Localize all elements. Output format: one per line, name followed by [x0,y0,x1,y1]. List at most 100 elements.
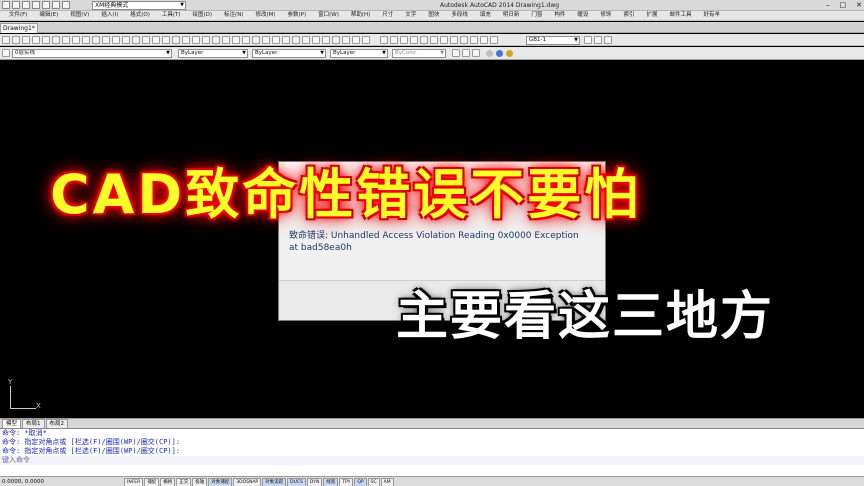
menu-item[interactable]: 窗口(W) [313,11,344,20]
color-select[interactable]: ByLayer ▼ [178,49,248,58]
calculator-icon[interactable] [222,36,230,44]
revcloud-icon[interactable] [490,36,498,44]
point-icon[interactable] [440,36,448,44]
tab-drawing1[interactable]: Drawing1* [0,23,38,33]
pan-icon[interactable] [132,36,140,44]
print-icon[interactable] [42,1,50,9]
menu-item[interactable]: 门窗 [526,11,547,20]
undo-icon[interactable] [52,1,60,9]
menu-item[interactable]: 尺寸 [377,11,398,20]
menu-item[interactable]: 邮件工具 [664,11,696,20]
tab-layout1[interactable]: 布局1 [22,418,45,429]
menu-item[interactable]: 暖设 [572,11,593,20]
zoom-window-icon[interactable] [152,36,160,44]
markup-icon[interactable] [212,36,220,44]
cut-icon[interactable] [62,36,70,44]
menu-item[interactable]: 文件(F) [4,11,32,20]
save-icon[interactable] [22,1,30,9]
named-views-icon[interactable] [452,49,460,57]
menu-item[interactable]: 多段线 [446,11,473,20]
table-icon[interactable] [400,36,408,44]
toggle-3dosnap[interactable]: 3DOSNAP [233,478,262,486]
menu-item[interactable]: 标注(N) [219,11,248,20]
boundary-icon[interactable] [470,36,478,44]
camera-icon[interactable] [462,49,470,57]
menu-item[interactable]: 绘图(D) [188,11,218,20]
insert-block-icon[interactable] [420,36,428,44]
toggle-osnap[interactable]: 对象捕捉 [208,478,233,486]
diameter-dim-icon[interactable] [282,36,290,44]
menu-item[interactable]: 视图(V) [65,11,94,20]
menu-item[interactable]: 修改(M) [250,11,280,20]
radius-dim-icon[interactable] [272,36,280,44]
maximize-icon[interactable]: □ [840,0,847,10]
materials-icon[interactable] [506,50,513,57]
toggle-polar[interactable]: 极轴 [192,478,208,486]
match-properties-icon[interactable] [92,36,100,44]
angular-dim-icon[interactable] [292,36,300,44]
lineweight-select[interactable]: ByLayer ▼ [330,49,388,58]
tab-layout2[interactable]: 布局2 [45,418,69,429]
toggle-snap[interactable]: 捕捉 [144,478,160,486]
quick-dim-icon[interactable] [302,36,310,44]
dimstyle-select[interactable]: GB1-1 ▼ [526,36,580,45]
linetype-select[interactable]: ByLayer ▼ [252,49,326,58]
table-style-icon[interactable] [594,36,602,44]
open-icon[interactable] [12,1,20,9]
redo-icon[interactable] [122,36,130,44]
toggle-infer[interactable]: INFER [124,478,144,486]
menu-item[interactable]: 好有羊 [698,11,725,20]
menu-item[interactable]: 修饰 [595,11,616,20]
mtext-icon[interactable] [390,36,398,44]
arc-dim-icon[interactable] [252,36,260,44]
menu-item[interactable]: 扩展 [641,11,662,20]
dim-edit-icon[interactable] [352,36,360,44]
linear-dim-icon[interactable] [232,36,240,44]
save-icon[interactable] [22,36,30,44]
tab-model[interactable]: 模型 [2,418,22,429]
preview-icon[interactable] [42,36,50,44]
visual-style-icon[interactable] [486,50,493,57]
menu-item[interactable]: 参数(P) [283,11,312,20]
menu-item[interactable]: 格式(O) [125,11,155,20]
new-icon[interactable] [2,1,10,9]
toggle-lineweight[interactable]: 线宽 [323,478,339,486]
close-icon[interactable]: ✕ [856,0,862,10]
design-center-icon[interactable] [182,36,190,44]
region-icon[interactable] [450,36,458,44]
menu-item[interactable]: 构件 [549,11,570,20]
zoom-previous-icon[interactable] [162,36,170,44]
toggle-dyn[interactable]: DYN [306,478,323,486]
toggle-otrack[interactable]: 对象追踪 [262,478,287,486]
center-mark-icon[interactable] [342,36,350,44]
plotstyle-select[interactable]: ByColor ▼ [392,49,446,58]
menu-item[interactable]: 工具(T) [157,11,186,20]
text-icon[interactable] [380,36,388,44]
baseline-dim-icon[interactable] [312,36,320,44]
toggle-ortho[interactable]: 正交 [176,478,192,486]
toggle-sc[interactable]: SC [367,478,380,486]
wipeout-icon[interactable] [480,36,488,44]
menu-item[interactable]: 图块 [423,11,444,20]
toggle-am[interactable]: AM [380,478,394,486]
toggle-ducs[interactable]: DUCS [287,478,306,486]
toggle-qp[interactable]: QP [354,478,367,486]
hatch-icon[interactable] [410,36,418,44]
render-icon[interactable] [496,50,503,57]
walk-icon[interactable] [472,49,480,57]
tool-palettes-icon[interactable] [192,36,200,44]
continue-dim-icon[interactable] [322,36,330,44]
open-icon[interactable] [12,36,20,44]
properties-icon[interactable] [172,36,180,44]
new-icon[interactable] [2,36,10,44]
menu-item[interactable]: 帮助(H) [346,11,375,20]
undo-icon[interactable] [112,36,120,44]
saveas-icon[interactable] [32,1,40,9]
menu-item[interactable]: 编辑(E) [34,11,63,20]
print-icon[interactable] [32,36,40,44]
paste-icon[interactable] [82,36,90,44]
ordinate-dim-icon[interactable] [262,36,270,44]
layer-manager-icon[interactable] [2,49,10,57]
gradient-icon[interactable] [460,36,468,44]
command-input[interactable]: 键入命令 [0,456,864,465]
